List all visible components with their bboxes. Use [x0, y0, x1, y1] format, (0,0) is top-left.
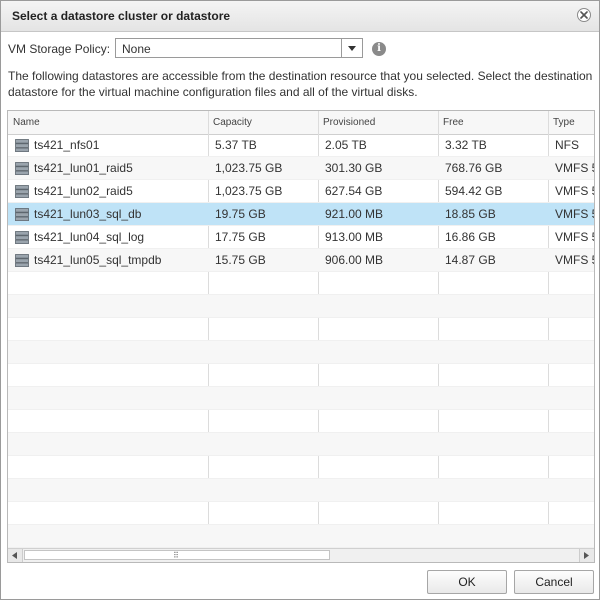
- cell-type: VMFS 5: [555, 230, 595, 244]
- datastore-name: ts421_lun05_sql_tmpdb: [34, 253, 162, 267]
- cell-name: ts421_lun04_sql_log: [8, 226, 208, 249]
- cell-capacity: 1,023.75 GB: [215, 184, 283, 198]
- empty-row: [8, 272, 594, 295]
- column-header-provisioned[interactable]: Provisioned: [318, 111, 438, 134]
- column-header-capacity[interactable]: Capacity: [208, 111, 318, 134]
- cell-provisioned: 627.54 GB: [325, 184, 383, 198]
- table-row[interactable]: ts421_nfs01 5.37 TB 2.05 TB 3.32 TB NFS: [8, 134, 594, 157]
- cell-name: ts421_lun02_raid5: [8, 180, 208, 203]
- datastore-name: ts421_lun01_raid5: [34, 161, 133, 175]
- cell-capacity: 19.75 GB: [215, 207, 266, 221]
- cell-free: 14.87 GB: [445, 253, 496, 267]
- empty-row: [8, 479, 594, 502]
- cell-type: VMFS 5: [555, 253, 595, 267]
- dialog-title: Select a datastore cluster or datastore: [12, 9, 231, 23]
- cell-free: 18.85 GB: [445, 207, 496, 221]
- scroll-right-button[interactable]: [579, 549, 594, 562]
- datastore-icon: [15, 139, 29, 152]
- cell-type: VMFS 5: [555, 184, 595, 198]
- cell-capacity: 1,023.75 GB: [215, 161, 283, 175]
- cancel-button[interactable]: Cancel: [514, 570, 594, 594]
- column-header-type[interactable]: Type: [548, 111, 594, 134]
- chevron-down-icon: [348, 46, 356, 51]
- empty-row: [8, 456, 594, 479]
- empty-row: [8, 410, 594, 433]
- datastore-icon: [15, 208, 29, 221]
- table-row[interactable]: ts421_lun04_sql_log 17.75 GB 913.00 MB 16.8…: [8, 226, 594, 249]
- cell-provisioned: 2.05 TB: [325, 138, 367, 152]
- datastore-icon: [15, 254, 29, 267]
- scroll-left-button[interactable]: [8, 549, 23, 562]
- storage-policy-select[interactable]: None: [115, 38, 363, 58]
- datastore-icon: [15, 231, 29, 244]
- datastore-icon: [15, 185, 29, 198]
- arrow-right-icon: [584, 552, 589, 559]
- empty-row: [8, 502, 594, 525]
- cell-free: 594.42 GB: [445, 184, 503, 198]
- empty-row: [8, 341, 594, 364]
- cell-name: ts421_lun05_sql_tmpdb: [8, 249, 208, 272]
- cell-name: ts421_lun03_sql_db: [8, 203, 208, 226]
- storage-policy-value: None: [122, 42, 151, 56]
- storage-policy-label: VM Storage Policy:: [8, 42, 111, 56]
- cell-type: NFS: [555, 138, 579, 152]
- grip-icon: ⠿: [173, 551, 180, 560]
- cell-provisioned: 906.00 MB: [325, 253, 384, 267]
- cell-name: ts421_lun01_raid5: [8, 157, 208, 180]
- cell-free: 3.32 TB: [445, 138, 487, 152]
- empty-row: [8, 387, 594, 410]
- cell-capacity: 15.75 GB: [215, 253, 266, 267]
- datastore-dialog: Select a datastore cluster or datastore …: [0, 0, 600, 600]
- datastore-name: ts421_lun02_raid5: [34, 184, 133, 198]
- datastore-name: ts421_lun04_sql_log: [34, 230, 145, 244]
- datastore-table: Name Capacity Provisioned Free Type ts42…: [7, 110, 595, 563]
- cell-capacity: 17.75 GB: [215, 230, 266, 244]
- ok-button[interactable]: OK: [427, 570, 507, 594]
- cell-name: ts421_nfs01: [8, 134, 208, 157]
- empty-row: [8, 318, 594, 341]
- table-row[interactable]: ts421_lun02_raid5 1,023.75 GB 627.54 GB 594…: [8, 180, 594, 203]
- horizontal-scrollbar[interactable]: ⠿: [8, 548, 594, 562]
- empty-row: [8, 433, 594, 456]
- cell-provisioned: 301.30 GB: [325, 161, 383, 175]
- close-button[interactable]: [577, 8, 591, 22]
- dropdown-button[interactable]: [341, 39, 362, 57]
- empty-row: [8, 295, 594, 318]
- cell-type: VMFS 5: [555, 161, 595, 175]
- datastore-name: ts421_nfs01: [34, 138, 100, 152]
- table-row[interactable]: ts421_lun01_raid5 1,023.75 GB 301.30 GB 768…: [8, 157, 594, 180]
- datastore-name: ts421_lun03_sql_db: [34, 207, 142, 221]
- cell-free: 16.86 GB: [445, 230, 496, 244]
- column-header-name[interactable]: Name: [8, 111, 208, 134]
- cell-free: 768.76 GB: [445, 161, 503, 175]
- column-header-free[interactable]: Free: [438, 111, 548, 134]
- cell-capacity: 5.37 TB: [215, 138, 257, 152]
- empty-row: [8, 364, 594, 387]
- table-row[interactable]: ts421_lun05_sql_tmpdb 15.75 GB 906.00 MB 14…: [8, 249, 594, 272]
- datastore-icon: [15, 162, 29, 175]
- table-header: Name Capacity Provisioned Free Type: [8, 111, 594, 135]
- dialog-titlebar: Select a datastore cluster or datastore: [1, 1, 599, 32]
- cell-provisioned: 921.00 MB: [325, 207, 384, 221]
- cell-type: VMFS 5: [555, 207, 595, 221]
- info-icon[interactable]: i: [372, 42, 386, 56]
- empty-row: [8, 525, 594, 548]
- arrow-left-icon: [12, 552, 17, 559]
- scrollbar-thumb[interactable]: ⠿: [24, 550, 330, 560]
- cell-provisioned: 913.00 MB: [325, 230, 384, 244]
- instruction-text: The following datastores are accessible …: [8, 69, 593, 99]
- table-row[interactable]: ts421_lun03_sql_db 19.75 GB 921.00 MB 18.85…: [8, 203, 594, 226]
- close-icon: [580, 11, 588, 19]
